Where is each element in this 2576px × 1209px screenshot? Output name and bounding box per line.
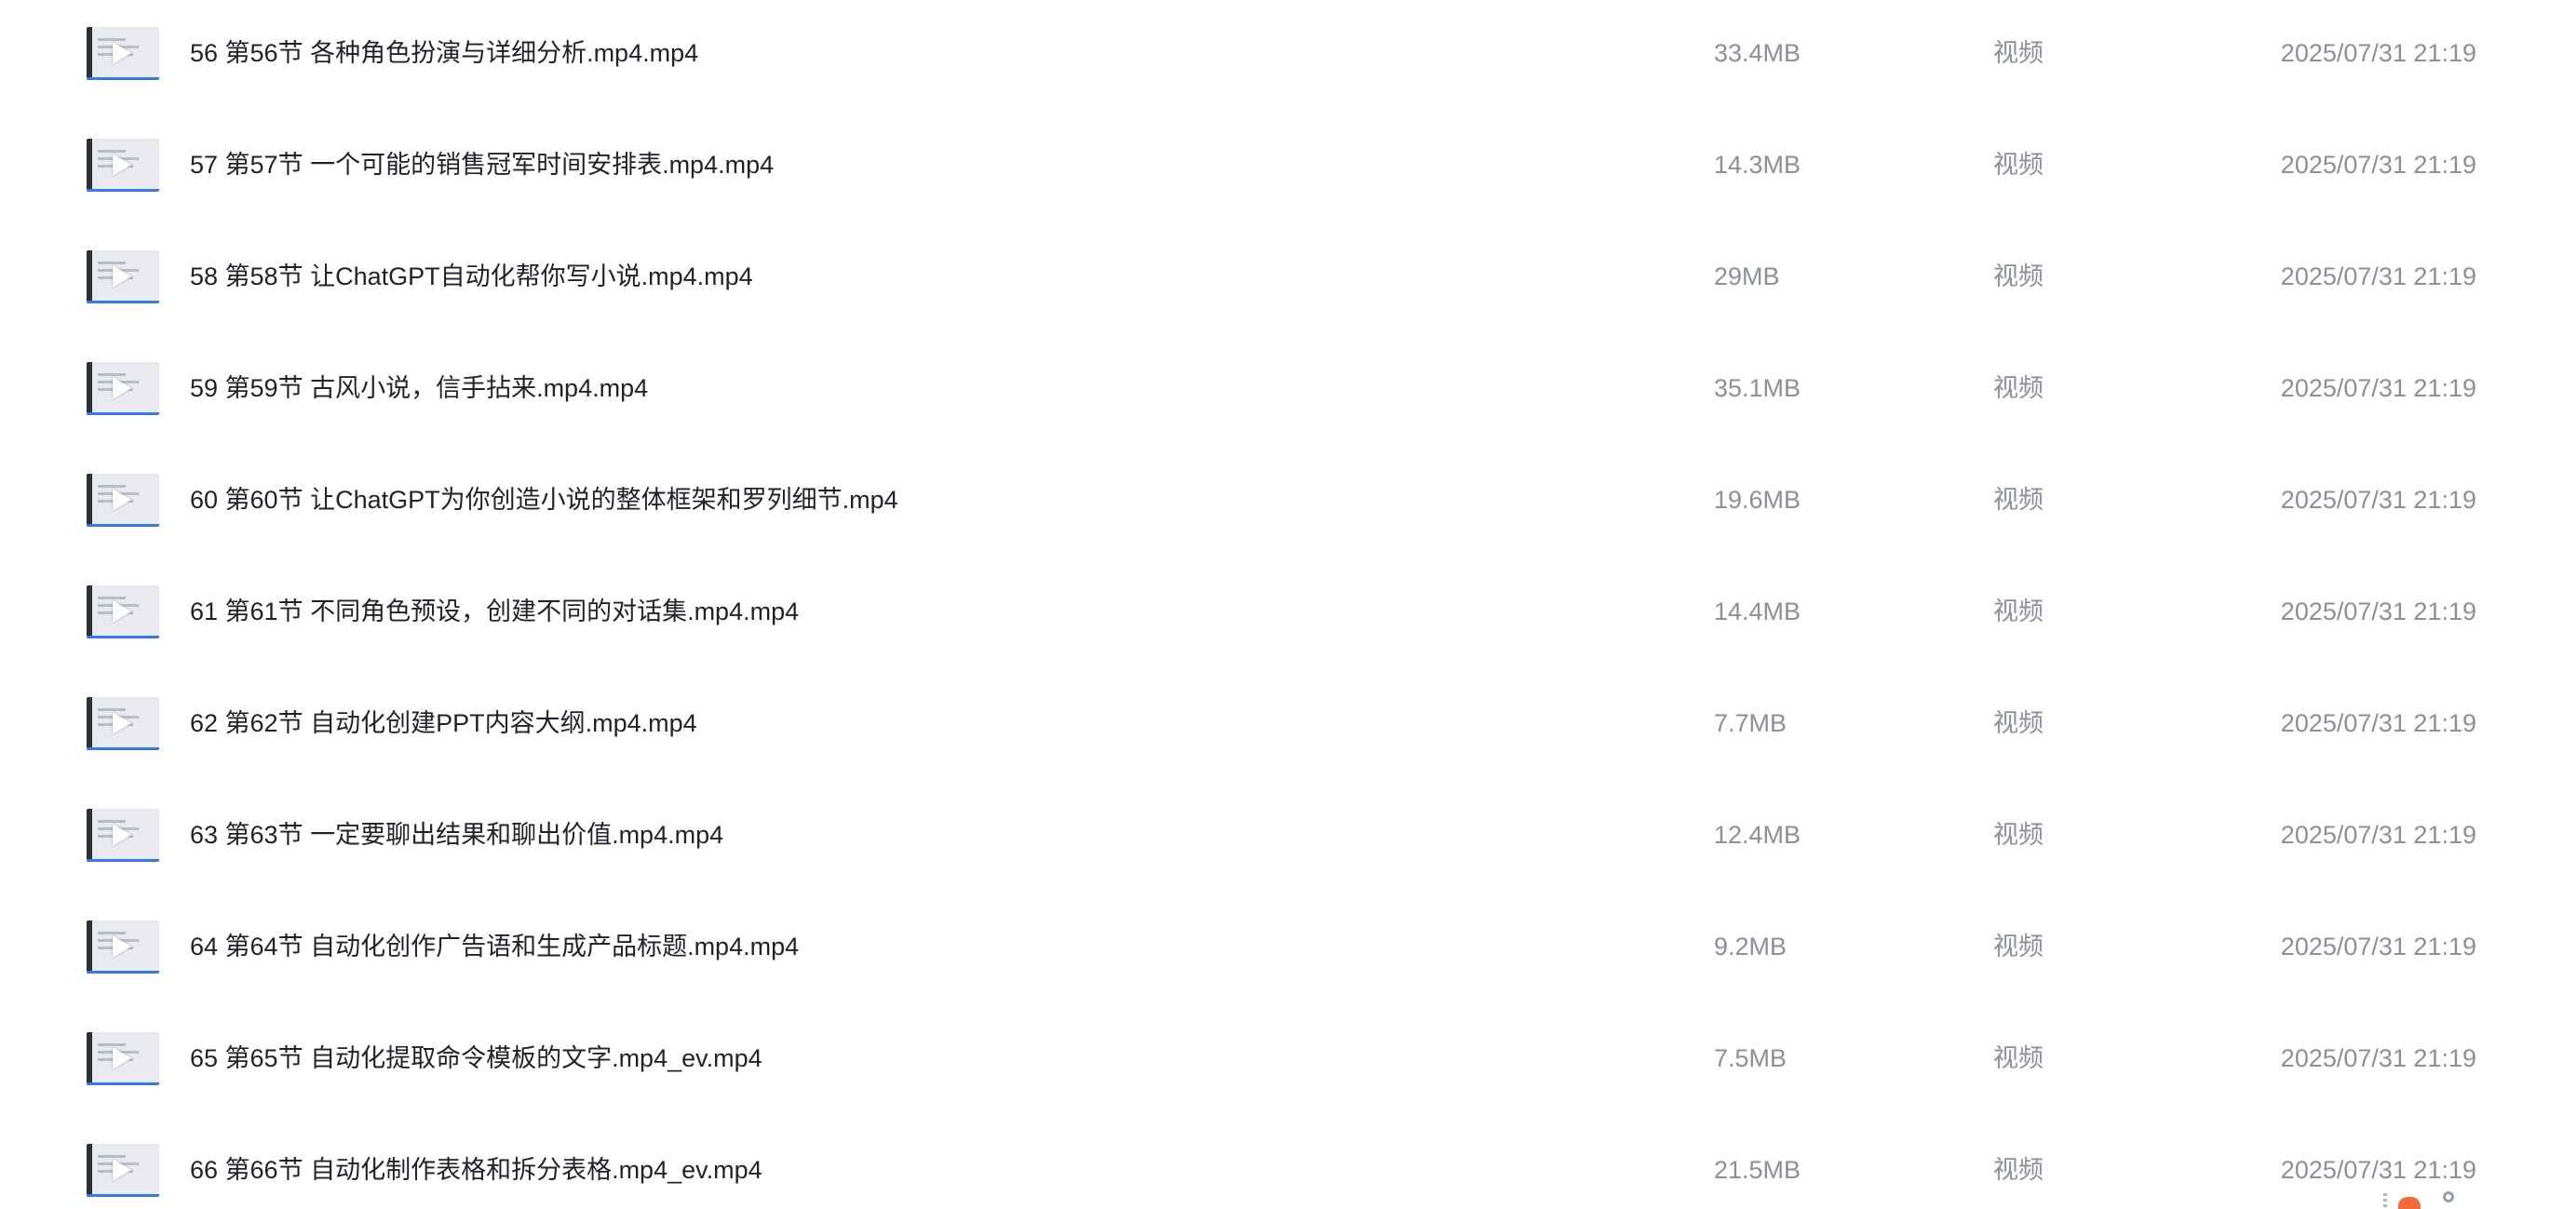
file-size: 29MB — [1714, 262, 1780, 290]
file-date: 2025/07/31 21:19 — [2280, 1156, 2476, 1184]
video-thumbnail-icon[interactable] — [87, 585, 159, 638]
file-row[interactable]: 63 第63节 一定要聊出结果和聊出价值.mp4.mp4 12.4MB 视频 2… — [0, 782, 2576, 893]
drag-handle-icon[interactable] — [2383, 1193, 2387, 1209]
file-row[interactable]: 66 第66节 自动化制作表格和拆分表格.mp4_ev.mp4 21.5MB 视… — [0, 1117, 2576, 1209]
play-icon — [113, 600, 131, 623]
file-size: 19.6MB — [1714, 486, 1801, 514]
file-name[interactable]: 66 第66节 自动化制作表格和拆分表格.mp4_ev.mp4 — [190, 1153, 762, 1187]
file-type: 视频 — [1993, 39, 2043, 67]
file-size: 12.4MB — [1714, 821, 1801, 849]
file-name[interactable]: 61 第61节 不同角色预设，创建不同的对话集.mp4.mp4 — [190, 595, 799, 628]
file-date: 2025/07/31 21:19 — [2280, 151, 2476, 179]
play-icon — [113, 42, 131, 64]
file-name[interactable]: 60 第60节 让ChatGPT为你创造小说的整体框架和罗列细节.mp4 — [190, 483, 898, 517]
video-thumbnail-icon[interactable] — [87, 27, 159, 80]
file-type: 视频 — [1993, 262, 2043, 290]
file-size: 14.3MB — [1714, 151, 1801, 179]
play-icon — [113, 712, 131, 734]
file-type: 视频 — [1993, 486, 2043, 514]
file-date: 2025/07/31 21:19 — [2280, 486, 2476, 514]
file-date: 2025/07/31 21:19 — [2280, 1044, 2476, 1072]
file-name[interactable]: 63 第63节 一定要聊出结果和聊出价值.mp4.mp4 — [190, 818, 723, 852]
file-date: 2025/07/31 21:19 — [2280, 933, 2476, 960]
flame-icon — [2398, 1197, 2421, 1209]
ring-icon — [2443, 1191, 2454, 1202]
play-icon — [113, 824, 131, 846]
file-type: 视频 — [1993, 1044, 2043, 1072]
play-icon — [113, 1047, 131, 1069]
file-name[interactable]: 64 第64节 自动化创作广告语和生成产品标题.mp4.mp4 — [190, 930, 799, 963]
file-date: 2025/07/31 21:19 — [2280, 709, 2476, 737]
video-thumbnail-icon[interactable] — [87, 1032, 159, 1085]
video-thumbnail-icon[interactable] — [87, 697, 159, 750]
file-date: 2025/07/31 21:19 — [2280, 374, 2476, 402]
video-thumbnail-icon[interactable] — [87, 1144, 159, 1197]
file-name[interactable]: 57 第57节 一个可能的销售冠军时间安排表.mp4.mp4 — [190, 148, 774, 181]
play-icon — [113, 489, 131, 511]
play-icon — [113, 935, 131, 958]
play-icon — [113, 265, 131, 288]
file-size: 35.1MB — [1714, 374, 1801, 402]
file-row[interactable]: 58 第58节 让ChatGPT自动化帮你写小说.mp4.mp4 29MB 视频… — [0, 223, 2576, 335]
file-row[interactable]: 59 第59节 古风小说，信手拈来.mp4.mp4 35.1MB 视频 2025… — [0, 335, 2576, 447]
file-size: 33.4MB — [1714, 39, 1801, 67]
file-date: 2025/07/31 21:19 — [2280, 262, 2476, 290]
floating-assistant-icon[interactable] — [2383, 1191, 2467, 1209]
file-name[interactable]: 56 第56节 各种角色扮演与详细分析.mp4.mp4 — [190, 36, 698, 70]
file-type: 视频 — [1993, 598, 2043, 625]
video-thumbnail-icon[interactable] — [87, 474, 159, 527]
video-thumbnail-icon[interactable] — [87, 139, 159, 192]
file-row[interactable]: 65 第65节 自动化提取命令模板的文字.mp4_ev.mp4 7.5MB 视频… — [0, 1005, 2576, 1117]
file-name[interactable]: 58 第58节 让ChatGPT自动化帮你写小说.mp4.mp4 — [190, 260, 753, 293]
file-name[interactable]: 59 第59节 古风小说，信手拈来.mp4.mp4 — [190, 371, 648, 405]
file-size: 14.4MB — [1714, 598, 1801, 625]
file-size: 7.5MB — [1714, 1044, 1787, 1072]
file-type: 视频 — [1993, 1156, 2043, 1184]
video-thumbnail-icon[interactable] — [87, 362, 159, 415]
file-row[interactable]: 61 第61节 不同角色预设，创建不同的对话集.mp4.mp4 14.4MB 视… — [0, 558, 2576, 670]
file-list: 56 第56节 各种角色扮演与详细分析.mp4.mp4 33.4MB 视频 20… — [0, 0, 2576, 1209]
play-icon — [113, 377, 131, 399]
file-type: 视频 — [1993, 151, 2043, 179]
play-icon — [113, 154, 131, 176]
video-thumbnail-icon[interactable] — [87, 809, 159, 862]
file-date: 2025/07/31 21:19 — [2280, 39, 2476, 67]
file-row[interactable]: 60 第60节 让ChatGPT为你创造小说的整体框架和罗列细节.mp4 19.… — [0, 447, 2576, 558]
file-name[interactable]: 62 第62节 自动化创建PPT内容大纲.mp4.mp4 — [190, 706, 697, 740]
file-date: 2025/07/31 21:19 — [2280, 598, 2476, 625]
file-row[interactable]: 62 第62节 自动化创建PPT内容大纲.mp4.mp4 7.7MB 视频 20… — [0, 670, 2576, 782]
file-type: 视频 — [1993, 374, 2043, 402]
video-thumbnail-icon[interactable] — [87, 250, 159, 303]
file-size: 9.2MB — [1714, 933, 1787, 960]
play-icon — [113, 1159, 131, 1181]
file-date: 2025/07/31 21:19 — [2280, 821, 2476, 849]
file-size: 7.7MB — [1714, 709, 1787, 737]
file-row[interactable]: 57 第57节 一个可能的销售冠军时间安排表.mp4.mp4 14.3MB 视频… — [0, 112, 2576, 223]
file-size: 21.5MB — [1714, 1156, 1801, 1184]
file-row[interactable]: 64 第64节 自动化创作广告语和生成产品标题.mp4.mp4 9.2MB 视频… — [0, 893, 2576, 1005]
file-type: 视频 — [1993, 933, 2043, 960]
video-thumbnail-icon[interactable] — [87, 920, 159, 974]
file-type: 视频 — [1993, 821, 2043, 849]
file-row[interactable]: 56 第56节 各种角色扮演与详细分析.mp4.mp4 33.4MB 视频 20… — [0, 0, 2576, 112]
file-name[interactable]: 65 第65节 自动化提取命令模板的文字.mp4_ev.mp4 — [190, 1041, 762, 1075]
file-type: 视频 — [1993, 709, 2043, 737]
